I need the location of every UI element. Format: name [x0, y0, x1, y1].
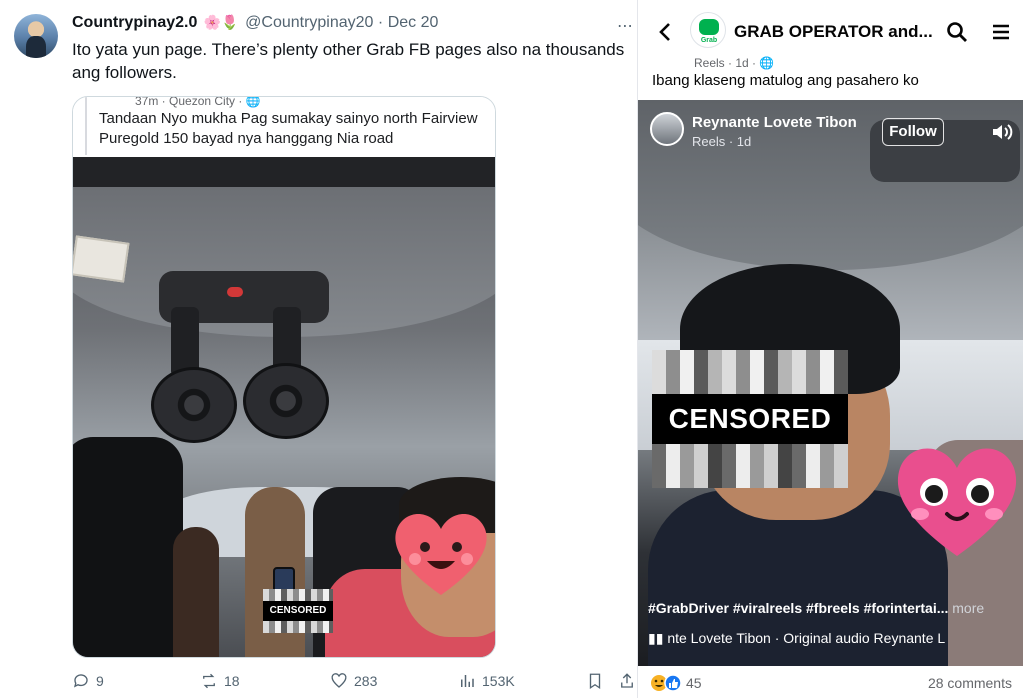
comment-count[interactable]: 28 comments: [928, 675, 1012, 691]
embedded-post-meta: 37m · Quezon City · 🌐: [135, 96, 261, 108]
embedded-post-caption: Tandaan Nyo mukha Pag sumakay sainyo nor…: [99, 110, 478, 147]
see-more-link[interactable]: more: [952, 600, 984, 616]
display-name[interactable]: Countrypinay2.0: [72, 14, 197, 31]
reel-author-avatar[interactable]: [650, 112, 684, 146]
view-count: 153K: [482, 673, 515, 689]
reel-video[interactable]: Reynante Lovete Tibon Reels · 1d Follow …: [638, 100, 1023, 666]
reel-author-meta: Reels · 1d: [692, 134, 752, 149]
heart-icon: [331, 673, 347, 688]
reply-button[interactable]: 9: [72, 672, 104, 690]
reply-icon: [73, 674, 88, 688]
reel-audio[interactable]: ▮▮ nte Lovete Tibon · Original audio Rey…: [648, 630, 945, 647]
facebook-post-screenshot: Grab GRAB OPERATOR and... Reels · 1d · 🌐…: [637, 0, 1023, 698]
name-emoji: 🌸🌷: [203, 14, 239, 30]
fan-right: [243, 363, 329, 439]
censor-label-small: CENSORED: [263, 601, 333, 621]
audio-bars-icon: ▮▮: [648, 630, 668, 646]
group-name[interactable]: GRAB OPERATOR and...: [734, 22, 933, 42]
dark-band: [73, 157, 495, 187]
warning-sticker: [73, 235, 130, 283]
post-text: Ibang klaseng matulog ang pasahero ko: [652, 72, 919, 89]
like-button[interactable]: 283: [330, 672, 377, 690]
car-interior-photo: CENSORED: [73, 187, 495, 657]
profile-avatar[interactable]: [14, 14, 58, 58]
pixelation-top-large: [652, 350, 848, 394]
pixelation-top: [263, 589, 333, 601]
repost-count: 18: [224, 673, 240, 689]
menu-icon[interactable]: [989, 20, 1013, 44]
censor-label-large: CENSORED: [652, 394, 848, 444]
tweet-actions: 9 18 283 153K: [72, 672, 637, 698]
share-button[interactable]: [618, 672, 636, 690]
pixelation-bottom-large: [652, 444, 848, 488]
share-icon: [621, 673, 633, 688]
bookmark-icon: [589, 673, 601, 690]
bookmark-button[interactable]: [586, 672, 604, 690]
reel-author-name[interactable]: Reynante Lovete Tibon: [692, 114, 857, 131]
audio-text: nte Lovete Tibon · Original audio Reynan…: [667, 630, 946, 646]
post-meta: Reels · 1d · 🌐: [694, 56, 775, 70]
group-logo-text: Grab: [700, 37, 718, 44]
repost-icon: [203, 673, 215, 689]
fan-left: [151, 367, 237, 443]
fb-reactions-bar: 45 28 comments: [638, 666, 1023, 698]
heart-face-emoji-icon: [395, 514, 487, 595]
censor-block-large: CENSORED: [652, 350, 848, 488]
seat-left: [73, 437, 183, 657]
embedded-post-header: 37m · Quezon City · 🌐 Tandaan Nyo mukha …: [73, 96, 495, 157]
tweet-text: Ito yata yun page. There’s plenty other …: [72, 40, 625, 82]
speaker-icon[interactable]: [990, 120, 1014, 144]
group-logo[interactable]: Grab: [690, 12, 726, 48]
heart-face-emoji-icon: [897, 448, 1017, 556]
reaction-count[interactable]: 45: [686, 675, 702, 691]
quote-divider: [85, 97, 87, 155]
tweet-header: Countrypinay2.0 🌸🌷 @Countrypinay20 · Dec…: [72, 14, 438, 32]
back-arrow-icon[interactable]: [654, 20, 678, 44]
separator-dot: ·: [377, 14, 384, 31]
reel-hashtags[interactable]: #GrabDriver #viralreels #fbreels #forint…: [648, 600, 984, 616]
tweet-card: Countrypinay2.0 🌸🌷 @Countrypinay20 · Dec…: [0, 0, 637, 698]
passenger-left: [173, 527, 219, 657]
user-handle[interactable]: @Countrypinay20: [245, 14, 373, 31]
pixelation-bottom: [263, 621, 333, 633]
tweet-date[interactable]: Dec 20: [388, 14, 439, 31]
censor-block-small: CENSORED: [263, 587, 333, 637]
views-button[interactable]: 153K: [458, 672, 515, 690]
analytics-icon: [461, 675, 474, 687]
search-icon[interactable]: [945, 20, 969, 44]
ellipsis-icon[interactable]: ⋯: [617, 16, 633, 36]
embedded-screenshot[interactable]: 37m · Quezon City · 🌐 Tandaan Nyo mukha …: [72, 96, 496, 658]
fb-top-bar: Grab GRAB OPERATOR and...: [638, 0, 1023, 64]
repost-button[interactable]: 18: [200, 672, 240, 690]
hashtags-text[interactable]: #GrabDriver #viralreels #fbreels #forint…: [648, 600, 948, 616]
follow-button[interactable]: Follow: [882, 118, 944, 146]
like-count: 283: [354, 673, 378, 689]
reactions-icon[interactable]: [650, 674, 690, 692]
reply-count: 9: [96, 673, 104, 689]
fan-led: [227, 287, 243, 297]
